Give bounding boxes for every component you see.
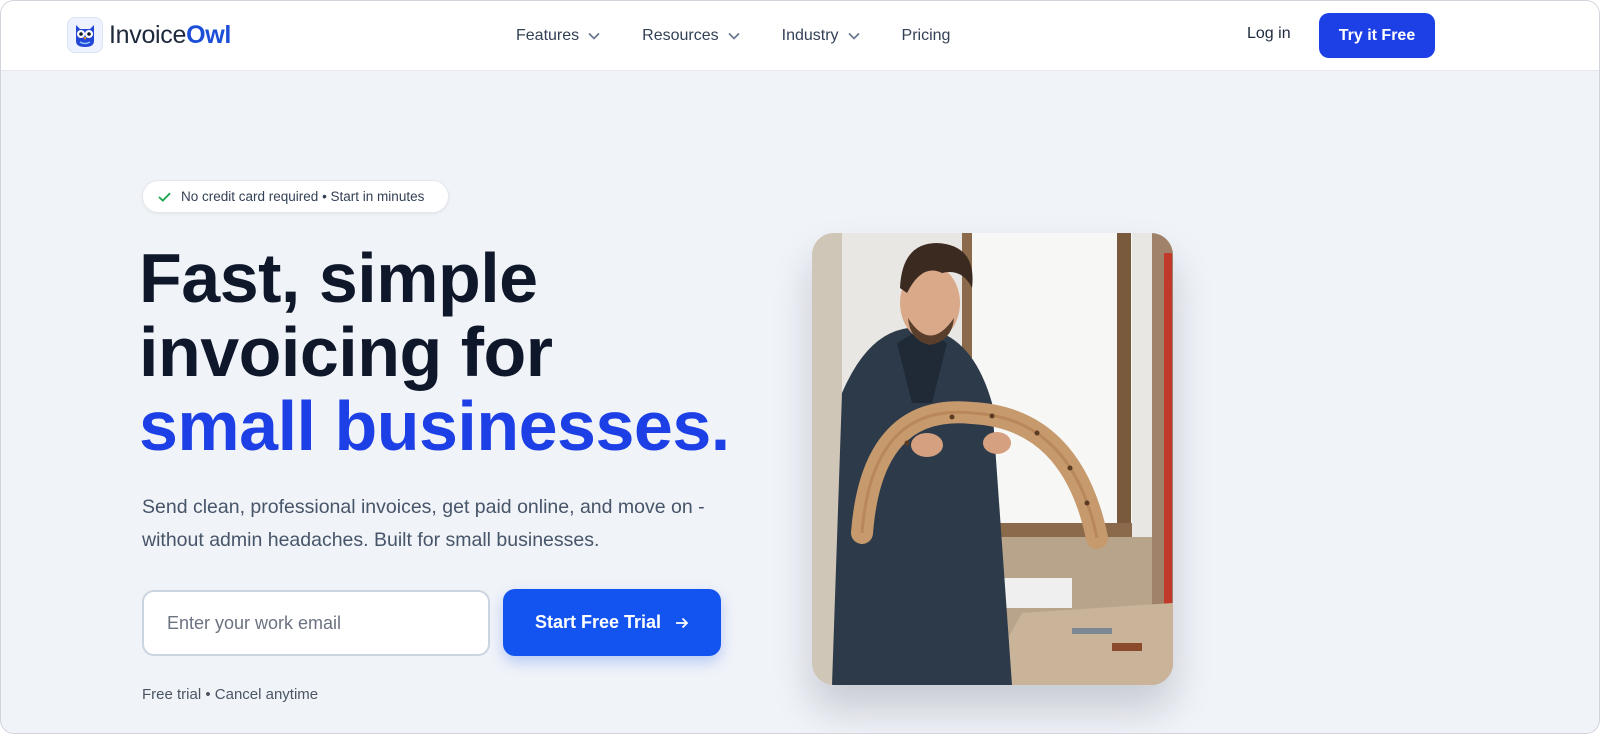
- brand-name-part1: Invoice: [109, 20, 187, 49]
- login-link[interactable]: Log in: [1247, 25, 1291, 43]
- nav-item-label: Pricing: [901, 27, 951, 44]
- nav-item-pricing[interactable]: Pricing: [902, 27, 951, 45]
- page-frame: InvoiceOwl Features Resources Industry P…: [0, 0, 1600, 734]
- fine-print: Free trial • Cancel anytime: [142, 686, 319, 703]
- chevron-down-icon: [588, 32, 600, 40]
- chevron-down-icon: [728, 32, 740, 40]
- check-icon: [158, 192, 171, 202]
- nav-item-resources[interactable]: Resources: [642, 27, 740, 45]
- headline-line-1: Fast, simple: [139, 239, 538, 317]
- brand-name-part2: Owl: [186, 20, 232, 49]
- hero-headline: Fast, simple invoicing for small busines…: [139, 241, 759, 463]
- nav-item-label: Resources: [642, 27, 719, 44]
- brand-logo[interactable]: InvoiceOwl: [67, 16, 231, 54]
- hero-subtext: Send clean, professional invoices, get p…: [142, 496, 705, 551]
- nav-item-industry[interactable]: Industry: [782, 27, 860, 45]
- hero-photo-craftsman: [812, 233, 1173, 685]
- work-email-input[interactable]: [142, 590, 490, 656]
- headline-line-2: invoicing for: [139, 313, 553, 391]
- nav-item-features[interactable]: Features: [516, 27, 600, 45]
- nav-item-label: Industry: [781, 27, 839, 44]
- site-header: InvoiceOwl Features Resources Industry P…: [1, 1, 1599, 71]
- try-it-free-button[interactable]: Try it Free: [1319, 13, 1435, 58]
- no-credit-card-badge: No credit card required • Start in minut…: [142, 180, 449, 213]
- start-free-trial-button[interactable]: Start Free Trial: [503, 589, 721, 656]
- chevron-down-icon: [847, 32, 860, 40]
- badge-text: No credit card required • Start in minut…: [181, 189, 425, 204]
- start-free-trial-label: Start Free Trial: [534, 612, 662, 632]
- owl-logo-icon: [67, 17, 103, 53]
- arrow-right-icon: [675, 617, 689, 629]
- nav-item-label: Features: [516, 27, 580, 44]
- brand-name: InvoiceOwl: [109, 21, 231, 50]
- headline-highlight: small businesses.: [139, 387, 730, 465]
- main-nav: Features Resources Industry Pricing: [516, 1, 992, 71]
